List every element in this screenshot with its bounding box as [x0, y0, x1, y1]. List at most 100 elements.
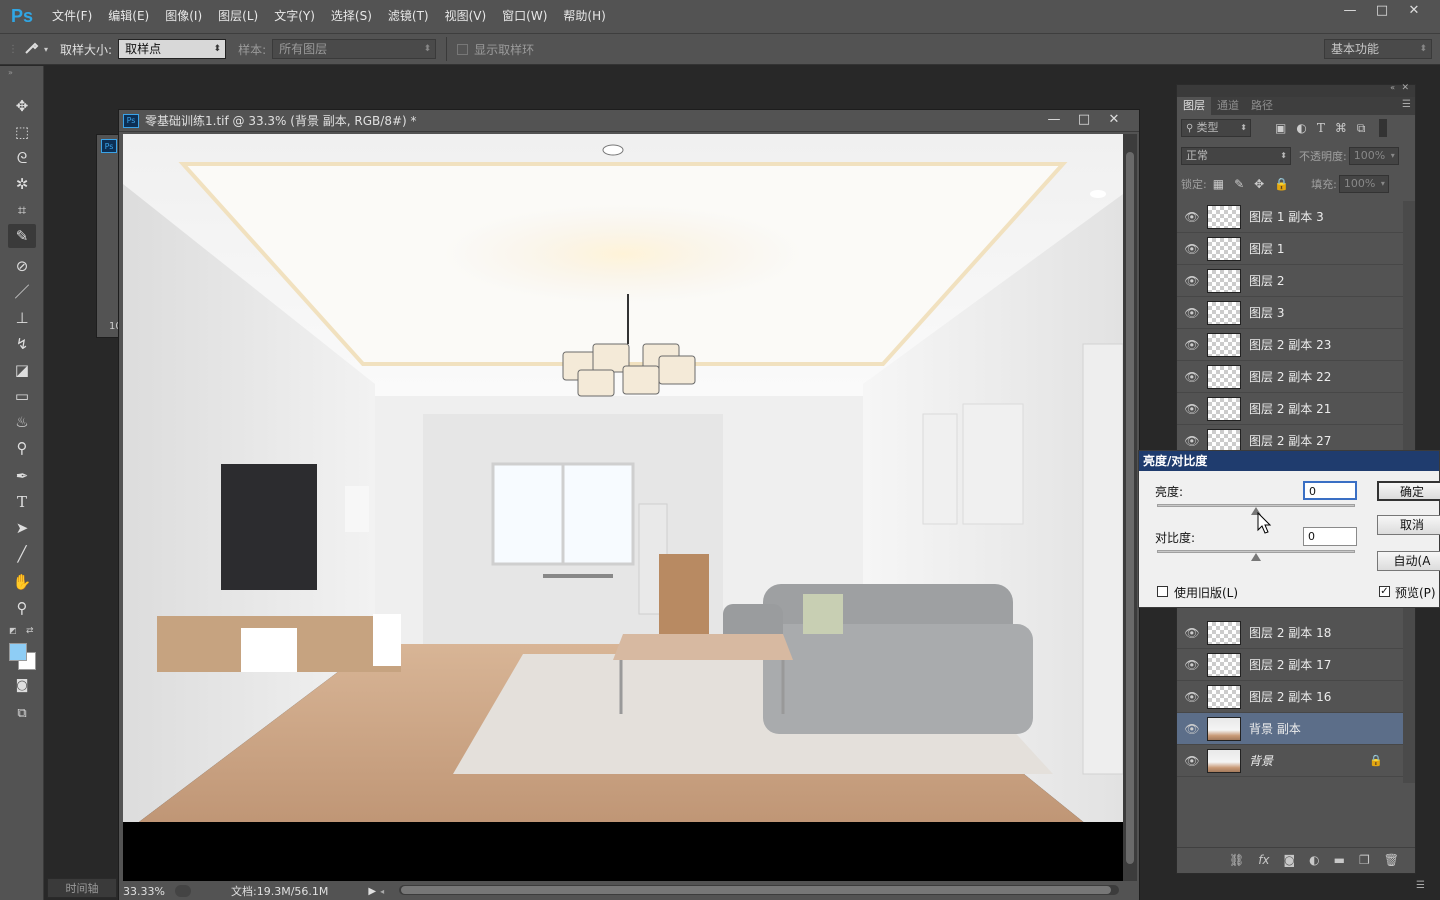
auto-button[interactable]: 自动(A [1377, 551, 1440, 571]
foreground-color-swatch[interactable] [9, 643, 27, 661]
eye-icon[interactable]: 👁 [1177, 370, 1207, 384]
menu-select[interactable]: 选择(S) [323, 0, 380, 33]
menu-image[interactable]: 图像(I) [157, 0, 210, 33]
crop-icon[interactable]: ⌗ [8, 198, 36, 222]
filter-type-icon[interactable]: T [1317, 121, 1325, 135]
menu-view[interactable]: 视图(V) [437, 0, 495, 33]
eye-icon[interactable]: 👁 [1177, 402, 1207, 416]
vertical-scrollbar[interactable] [1123, 134, 1137, 886]
layer-row[interactable]: 👁 图层 2 副本 22 [1177, 361, 1403, 393]
eye-icon[interactable]: 👁 [1177, 338, 1207, 352]
legacy-checkbox[interactable] [1157, 586, 1168, 597]
filter-shape-icon[interactable]: ⌘ [1335, 121, 1347, 135]
magic-wand-icon[interactable]: ✲ [8, 172, 36, 196]
sample-select[interactable]: 所有图层 ⬍ [272, 39, 437, 59]
healing-brush-icon[interactable]: ⊘ [8, 254, 36, 278]
panel-menu-icon[interactable]: ☰ [1402, 99, 1411, 110]
layer-row[interactable]: 👁 图层 2 副本 21 [1177, 393, 1403, 425]
preview-checkbox[interactable]: ✓ [1379, 586, 1390, 597]
blur-icon[interactable]: ♨ [8, 410, 36, 434]
scrollbar-thumb[interactable] [401, 886, 1111, 894]
new-layer-icon[interactable]: ❐ [1359, 853, 1370, 867]
layer-row[interactable]: 👁 图层 2 [1177, 265, 1403, 297]
contrast-slider-thumb[interactable] [1251, 553, 1261, 561]
layer-row[interactable]: 👁 图层 2 副本 23 [1177, 329, 1403, 361]
fill-input[interactable]: 100% ▾ [1338, 175, 1389, 193]
contrast-input[interactable]: 0 [1303, 527, 1357, 546]
group-icon[interactable]: ▬ [1334, 853, 1345, 867]
clone-stamp-icon[interactable]: ⊥ [8, 306, 36, 330]
layer-row[interactable]: 👁 图层 2 副本 16 [1177, 681, 1403, 713]
pen-icon[interactable]: ✒ [8, 464, 36, 488]
eye-icon[interactable]: 👁 [1177, 722, 1207, 736]
eye-icon[interactable]: 👁 [1177, 306, 1207, 320]
maximize-button[interactable]: □ [1366, 2, 1398, 20]
cancel-button[interactable]: 取消 [1377, 515, 1440, 535]
eye-icon[interactable]: 👁 [1177, 210, 1207, 224]
menu-layer[interactable]: 图层(L) [210, 0, 266, 33]
menu-type[interactable]: 文字(Y) [266, 0, 323, 33]
eye-icon[interactable]: 👁 [1177, 242, 1207, 256]
horizontal-scrollbar[interactable] [399, 885, 1119, 895]
dodge-icon[interactable]: ⚲ [8, 436, 36, 460]
link-icon[interactable]: ⛓ [1229, 853, 1244, 867]
timeline-tab[interactable]: 时间轴 [47, 878, 117, 898]
eye-icon[interactable]: 👁 [1177, 658, 1207, 672]
filter-type-select[interactable]: ⚲ 类型 ⬍ [1181, 119, 1251, 137]
layer-row[interactable]: 👁 图层 3 [1177, 297, 1403, 329]
adjustment-icon[interactable]: ◐ [1309, 853, 1319, 867]
menu-filter[interactable]: 滤镜(T) [380, 0, 437, 33]
eye-icon[interactable]: 👁 [1177, 690, 1207, 704]
status-info-icon[interactable] [175, 885, 191, 897]
collapse-panel-icon[interactable]: « [1390, 83, 1395, 92]
mask-icon[interactable]: ◙ [1284, 853, 1296, 867]
lock-transparent-icon[interactable]: ▦ [1213, 177, 1224, 191]
doc-minimize-button[interactable]: — [1039, 111, 1069, 129]
hand-icon[interactable]: ✋ [8, 570, 36, 594]
filter-toggle[interactable] [1379, 119, 1388, 137]
lock-all-icon[interactable]: 🔒 [1274, 177, 1289, 191]
show-ring-checkbox[interactable] [457, 43, 469, 55]
menu-help[interactable]: 帮助(H) [555, 0, 613, 33]
workspace-select[interactable]: 基本功能 ⬍ [1324, 39, 1432, 59]
layer-row[interactable]: 👁 背景 副本 [1177, 713, 1403, 745]
menu-window[interactable]: 窗口(W) [494, 0, 555, 33]
layer-row[interactable]: 👁 背景 🔒 [1177, 745, 1403, 777]
path-select-icon[interactable]: ➤ [8, 516, 36, 540]
eraser-icon[interactable]: ◪ [8, 358, 36, 382]
minimize-button[interactable]: — [1334, 2, 1366, 20]
layer-row[interactable]: 👁 图层 2 副本 17 [1177, 649, 1403, 681]
screen-mode-icon[interactable]: ⧉ [8, 702, 36, 726]
type-icon[interactable]: T [8, 490, 36, 514]
sample-size-select[interactable]: 取样点 ⬍ [118, 39, 227, 59]
lasso-icon[interactable]: ᘓ [8, 146, 36, 170]
scroll-left-icon[interactable]: ◂ [380, 887, 384, 896]
status-menu-arrow-icon[interactable]: ▶ [368, 886, 376, 897]
layer-row[interactable]: 👁 图层 1 副本 3 [1177, 201, 1403, 233]
opacity-input[interactable]: 100% ▾ [1348, 147, 1399, 165]
eye-icon[interactable]: 👁 [1177, 274, 1207, 288]
lock-pixels-icon[interactable]: ✎ [1234, 177, 1244, 191]
layer-row[interactable]: 👁 图层 2 副本 18 [1177, 617, 1403, 649]
lock-position-icon[interactable]: ✥ [1254, 177, 1264, 191]
gradient-icon[interactable]: ▭ [8, 384, 36, 408]
doc-close-button[interactable]: ✕ [1099, 111, 1129, 129]
filter-pixel-icon[interactable]: ▣ [1275, 121, 1286, 135]
eyedropper-icon[interactable]: ✎ [8, 224, 36, 248]
doc-maximize-button[interactable]: □ [1069, 111, 1099, 129]
tab-channels[interactable]: 通道 [1211, 97, 1245, 115]
eye-icon[interactable]: 👁 [1177, 434, 1207, 448]
dialog-title[interactable]: 亮度/对比度 [1139, 451, 1439, 471]
zoom-icon[interactable]: ⚲ [8, 596, 36, 620]
tool-preset-chevron-icon[interactable]: ▾ [44, 45, 48, 54]
filter-smart-object-icon[interactable]: ⧉ [1357, 121, 1366, 136]
zoom-level[interactable]: 33.33% [119, 885, 175, 898]
marquee-icon[interactable]: ⬚ [8, 120, 36, 144]
filter-adjustment-icon[interactable]: ◐ [1296, 121, 1306, 135]
dock-menu-icon[interactable]: ☰ [1416, 880, 1425, 891]
collapse-icon[interactable]: » [8, 68, 13, 77]
fx-icon[interactable]: fx [1258, 853, 1269, 867]
history-brush-icon[interactable]: ↯ [8, 332, 36, 356]
move-icon[interactable]: ✥ [8, 94, 36, 118]
eye-icon[interactable]: 👁 [1177, 754, 1207, 768]
